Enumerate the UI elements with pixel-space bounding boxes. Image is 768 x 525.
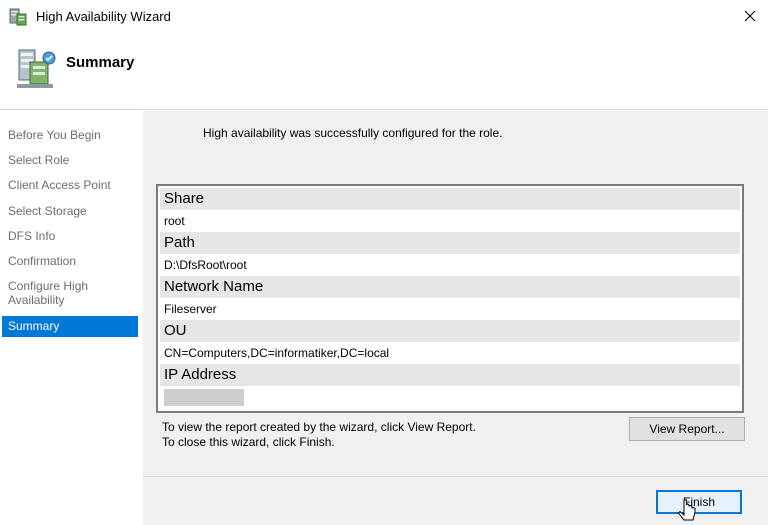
wizard-app-icon — [9, 8, 27, 26]
report-value-share: root — [160, 210, 740, 232]
title-bar: High Availability Wizard — [0, 0, 768, 34]
nav-step-select-role[interactable]: Select Role — [8, 153, 136, 167]
close-button[interactable] — [735, 2, 765, 30]
finish-button[interactable]: Finish — [656, 490, 742, 514]
wizard-header: Summary — [0, 34, 768, 110]
report-header-network-name: Network Name — [160, 276, 740, 298]
server-wizard-icon — [17, 49, 56, 88]
report-header-share: Share — [160, 188, 740, 210]
nav-step-select-storage[interactable]: Select Storage — [8, 204, 136, 218]
report-header-ou: OU — [160, 320, 740, 342]
window-title: High Availability Wizard — [36, 9, 171, 24]
nav-step-before-you-begin[interactable]: Before You Begin — [8, 128, 136, 142]
report-value-path: D:\DfsRoot\root — [160, 254, 740, 276]
view-report-button[interactable]: View Report... — [629, 417, 745, 441]
mouse-cursor-icon — [677, 499, 696, 521]
nav-step-dfs-info[interactable]: DFS Info — [8, 229, 136, 243]
success-message: High availability was successfully confi… — [203, 126, 503, 140]
page-title: Summary — [66, 54, 135, 71]
report-header-ip-address: IP Address — [160, 364, 740, 386]
nav-step-configure-high-availability[interactable]: Configure High Availability — [8, 279, 136, 307]
nav-step-summary[interactable]: Summary — [2, 316, 138, 337]
redacted-ip-block — [164, 389, 244, 406]
info-view-report: To view the report created by the wizard… — [162, 420, 476, 434]
report-value-ou: CN=Computers,DC=informatiker,DC=local — [160, 342, 740, 364]
nav-step-client-access-point[interactable]: Client Access Point — [8, 178, 136, 192]
report-value-network-name: Fileserver — [160, 298, 740, 320]
summary-report[interactable]: Share root Path D:\DfsRoot\root Network … — [156, 184, 744, 413]
footer-divider — [143, 476, 768, 477]
info-close-wizard: To close this wizard, click Finish. — [162, 435, 335, 449]
close-icon — [744, 10, 756, 22]
report-body: Share root Path D:\DfsRoot\root Network … — [160, 188, 740, 409]
report-header-path: Path — [160, 232, 740, 254]
nav-step-confirmation[interactable]: Confirmation — [8, 254, 136, 268]
report-value-ip-address — [160, 386, 740, 408]
